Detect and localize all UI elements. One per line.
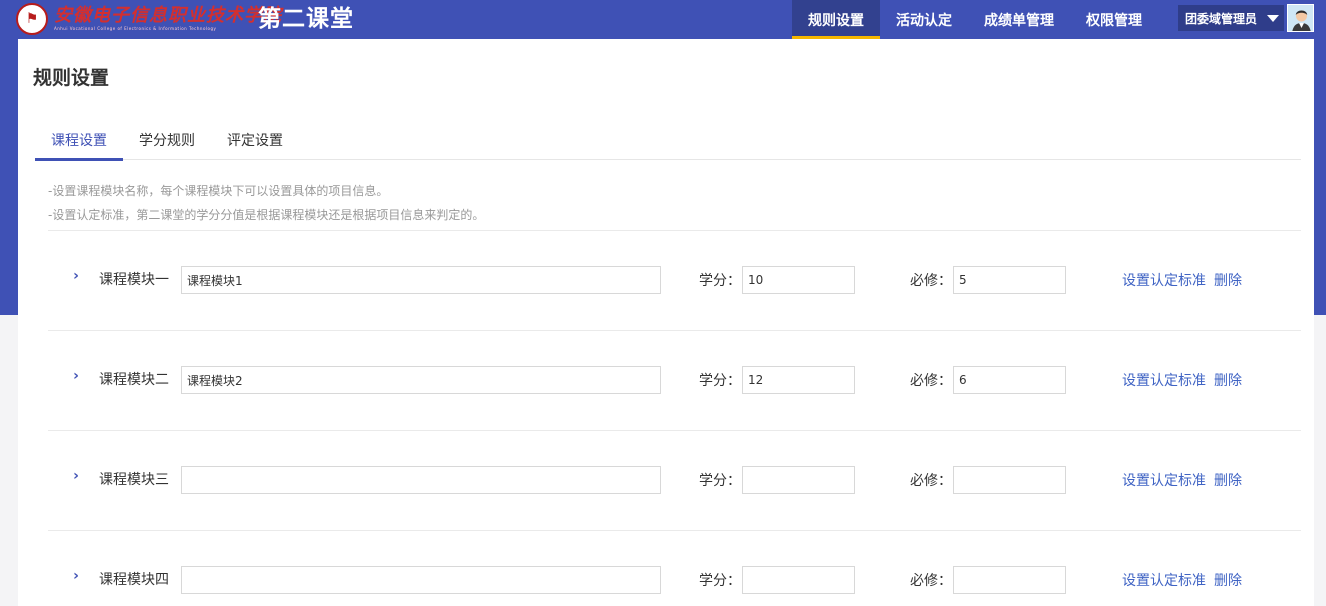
required-input[interactable] <box>953 266 1066 294</box>
required-label: 必修： <box>910 573 952 589</box>
tab-evaluation-settings[interactable]: 评定设置 <box>211 119 299 160</box>
nav-permission-management[interactable]: 权限管理 <box>1070 0 1158 39</box>
main-nav: 规则设置 活动认定 成绩单管理 权限管理 <box>792 0 1158 39</box>
module-label: 课程模块二 <box>99 372 169 388</box>
tip-standard: -设置认定标准，第二课堂的学分分值是根据课程模块还是根据项目信息来判定的。 <box>48 208 485 222</box>
delete-link[interactable]: 删除 <box>1214 570 1242 590</box>
tip-module-name: -设置课程模块名称，每个课程模块下可以设置具体的项目信息。 <box>48 184 389 198</box>
user-name: 团委域管理员 <box>1185 11 1258 26</box>
app-title: 第二课堂 <box>258 6 354 32</box>
set-standard-link[interactable]: 设置认定标准 <box>1122 270 1206 290</box>
college-seal-icon: ⚑ <box>16 3 48 35</box>
credit-label: 学分： <box>699 273 741 289</box>
settings-tabs: 课程设置 学分规则 评定设置 <box>35 119 1301 161</box>
chevron-right-icon[interactable]: › <box>70 468 82 484</box>
chevron-right-icon[interactable]: › <box>70 368 82 384</box>
credit-input[interactable] <box>742 366 855 394</box>
chevron-right-icon[interactable]: › <box>70 568 82 584</box>
avatar[interactable] <box>1287 4 1314 32</box>
set-standard-link[interactable]: 设置认定标准 <box>1122 570 1206 590</box>
nav-transcript-management[interactable]: 成绩单管理 <box>968 0 1070 39</box>
content-card: 规则设置 课程设置 学分规则 评定设置 -设置课程模块名称，每个课程模块下可以设… <box>18 39 1314 606</box>
user-avatar-icon <box>1288 5 1313 31</box>
credit-input[interactable] <box>742 566 855 594</box>
required-input[interactable] <box>953 366 1066 394</box>
module-label: 课程模块一 <box>99 272 169 288</box>
credit-label: 学分： <box>699 573 741 589</box>
college-logo: ⚑ 安徽电子信息职业技术学院 Anhui Vocational College … <box>16 3 281 35</box>
top-bar: ⚑ 安徽电子信息职业技术学院 Anhui Vocational College … <box>0 0 1326 39</box>
set-standard-link[interactable]: 设置认定标准 <box>1122 470 1206 490</box>
module-name-input[interactable] <box>181 366 661 394</box>
credit-label: 学分： <box>699 473 741 489</box>
tab-credit-rules[interactable]: 学分规则 <box>123 119 211 160</box>
chevron-right-icon[interactable]: › <box>70 268 82 284</box>
required-input[interactable] <box>953 566 1066 594</box>
credit-input[interactable] <box>742 466 855 494</box>
module-label: 课程模块四 <box>99 572 169 588</box>
module-row: › 课程模块一 学分： 必修： 设置认定标准 删除 <box>48 230 1301 330</box>
module-row: › 课程模块二 学分： 必修： 设置认定标准 删除 <box>48 330 1301 430</box>
module-name-input[interactable] <box>181 266 661 294</box>
college-name: 安徽电子信息职业技术学院 <box>54 5 282 26</box>
nav-activity-certification[interactable]: 活动认定 <box>880 0 968 39</box>
delete-link[interactable]: 删除 <box>1214 370 1242 390</box>
delete-link[interactable]: 删除 <box>1214 270 1242 290</box>
delete-link[interactable]: 删除 <box>1214 470 1242 490</box>
required-label: 必修： <box>910 373 952 389</box>
module-row: › 课程模块三 学分： 必修： 设置认定标准 删除 <box>48 430 1301 530</box>
required-input[interactable] <box>953 466 1066 494</box>
page-title: 规则设置 <box>33 67 110 89</box>
required-label: 必修： <box>910 273 952 289</box>
required-label: 必修： <box>910 473 952 489</box>
module-row: › 课程模块四 学分： 必修： 设置认定标准 删除 <box>48 530 1301 606</box>
credit-input[interactable] <box>742 266 855 294</box>
credit-label: 学分： <box>699 373 741 389</box>
module-label: 课程模块三 <box>99 472 169 488</box>
module-name-input[interactable] <box>181 466 661 494</box>
set-standard-link[interactable]: 设置认定标准 <box>1122 370 1206 390</box>
caret-down-icon <box>1267 14 1280 22</box>
module-name-input[interactable] <box>181 566 661 594</box>
college-name-en: Anhui Vocational College of Electronics … <box>54 26 217 31</box>
tab-course-settings[interactable]: 课程设置 <box>35 119 123 161</box>
user-dropdown[interactable]: 团委域管理员 <box>1178 5 1284 31</box>
nav-rule-settings[interactable]: 规则设置 <box>792 0 880 39</box>
tips: -设置课程模块名称，每个课程模块下可以设置具体的项目信息。 -设置认定标准，第二… <box>48 179 484 227</box>
